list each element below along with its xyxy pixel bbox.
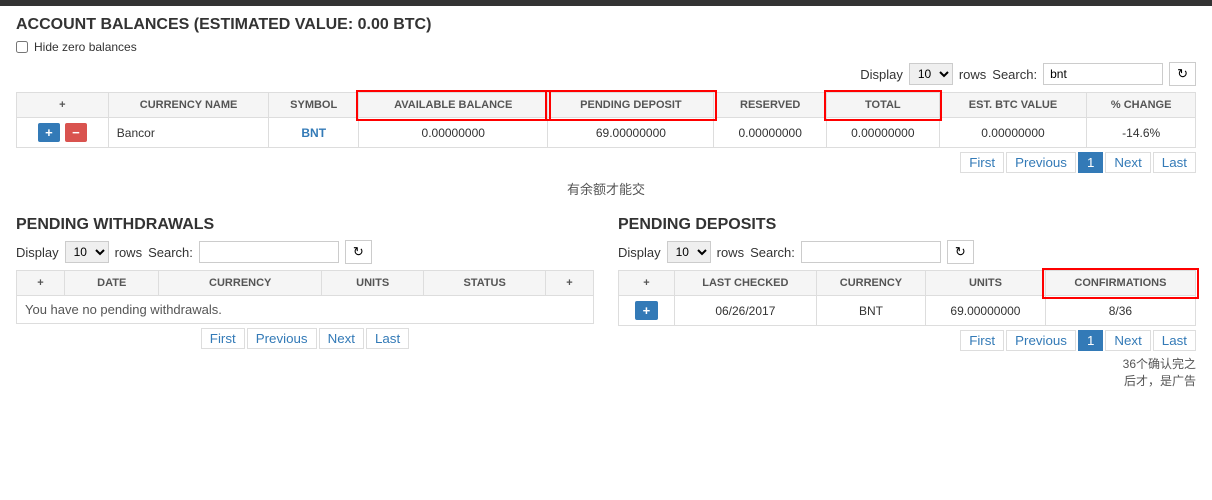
lower-section: PENDING WITHDRAWALS Display 10 25 rows S…	[16, 216, 1196, 389]
row-plus-button[interactable]: +	[38, 123, 60, 142]
withdrawals-section: PENDING WITHDRAWALS Display 10 25 rows S…	[16, 216, 594, 389]
d-row-units: 69.00000000	[926, 296, 1046, 326]
d-table-row: + 06/26/2017 BNT 69.00000000 8/36	[619, 296, 1196, 326]
d-rows-label: rows	[717, 245, 744, 260]
col-total: TOTAL	[827, 93, 940, 118]
d-col-last-checked: LAST CHECKED	[674, 271, 816, 296]
d-page-previous[interactable]: Previous	[1006, 330, 1076, 351]
w-col-add: +	[17, 271, 65, 296]
refresh-button[interactable]: ↻	[1169, 62, 1196, 86]
w-no-data-row: You have no pending withdrawals.	[17, 296, 594, 324]
page-next[interactable]: Next	[1105, 152, 1150, 173]
w-col-extra: +	[545, 271, 593, 296]
d-col-units: UNITS	[926, 271, 1046, 296]
table-row: + − Bancor BNT 0.00000000 69.00000000 0.…	[17, 118, 1196, 148]
d-row-currency: BNT	[816, 296, 925, 326]
col-est-btc: EST. BTC VALUE	[939, 93, 1087, 118]
rows-label: rows	[959, 67, 986, 82]
w-col-date: DATE	[65, 271, 159, 296]
hide-zero-label: Hide zero balances	[34, 40, 137, 54]
deposits-title: PENDING DEPOSITS	[618, 216, 1196, 234]
row-symbol: BNT	[269, 118, 359, 148]
row-total: 0.00000000	[827, 118, 940, 148]
search-input[interactable]: bnt	[1043, 63, 1163, 85]
d-page-next[interactable]: Next	[1105, 330, 1150, 351]
col-pending-deposit: PENDING DEPOSIT	[548, 93, 714, 118]
d-page-first[interactable]: First	[960, 330, 1004, 351]
display-label: Display	[860, 67, 903, 82]
w-rows-label: rows	[115, 245, 142, 260]
deposits-table: + LAST CHECKED CURRENCY UNITS CONFIRMATI…	[618, 270, 1196, 326]
search-label: Search:	[992, 67, 1037, 82]
page-first[interactable]: First	[960, 152, 1004, 173]
hide-zero-checkbox[interactable]	[16, 41, 28, 53]
balances-pagination: First Previous 1 Next Last	[16, 152, 1196, 173]
balance-note: 有余额才能交	[16, 179, 1196, 198]
w-page-last[interactable]: Last	[366, 328, 409, 349]
w-page-first[interactable]: First	[201, 328, 245, 349]
col-actions: +	[17, 93, 109, 118]
w-display-label: Display	[16, 245, 59, 260]
deposits-annotation: 36个确认完之后才，是广告	[618, 355, 1196, 389]
d-search-label: Search:	[750, 245, 795, 260]
row-reserved: 0.00000000	[714, 118, 827, 148]
d-display-label: Display	[618, 245, 661, 260]
row-minus-button[interactable]: −	[65, 123, 87, 142]
col-currency-name: CURRENCY NAME	[108, 93, 269, 118]
w-col-currency: CURRENCY	[159, 271, 321, 296]
row-available: 0.00000000	[359, 118, 548, 148]
w-search-label: Search:	[148, 245, 193, 260]
row-pending: 69.00000000	[548, 118, 714, 148]
top-bar	[0, 0, 1212, 6]
account-balances-title: ACCOUNT BALANCES (ESTIMATED VALUE: 0.00 …	[16, 16, 1196, 34]
w-col-status: STATUS	[424, 271, 546, 296]
w-display-select[interactable]: 10 25	[65, 241, 109, 263]
d-row-add: +	[619, 296, 675, 326]
d-refresh-button[interactable]: ↻	[947, 240, 974, 264]
row-actions: + −	[17, 118, 109, 148]
d-col-currency: CURRENCY	[816, 271, 925, 296]
deposits-section: PENDING DEPOSITS Display 10 25 rows Sear…	[618, 216, 1196, 389]
row-change: -14.6%	[1087, 118, 1196, 148]
page-1[interactable]: 1	[1078, 152, 1103, 173]
d-row-plus-button[interactable]: +	[635, 301, 659, 320]
d-display-select[interactable]: 10 25	[667, 241, 711, 263]
balances-table: + CURRENCY NAME SYMBOL AVAILABLE BALANCE…	[16, 92, 1196, 148]
col-change: % CHANGE	[1087, 93, 1196, 118]
w-page-previous[interactable]: Previous	[247, 328, 317, 349]
row-currency-name: Bancor	[108, 118, 269, 148]
col-available-balance: AVAILABLE BALANCE	[359, 93, 548, 118]
col-reserved: RESERVED	[714, 93, 827, 118]
d-col-confirmations: CONFIRMATIONS	[1045, 271, 1195, 296]
d-row-date: 06/26/2017	[674, 296, 816, 326]
row-est-btc: 0.00000000	[939, 118, 1087, 148]
w-search-input[interactable]	[199, 241, 339, 263]
d-row-confirmations: 8/36	[1045, 296, 1195, 326]
w-no-data-msg: You have no pending withdrawals.	[17, 296, 594, 324]
w-page-next[interactable]: Next	[319, 328, 364, 349]
deposits-pagination: First Previous 1 Next Last	[618, 330, 1196, 351]
w-refresh-button[interactable]: ↻	[345, 240, 372, 264]
withdrawals-title: PENDING WITHDRAWALS	[16, 216, 594, 234]
page-previous[interactable]: Previous	[1006, 152, 1076, 173]
d-col-add: +	[619, 271, 675, 296]
w-col-units: UNITS	[321, 271, 423, 296]
page-last[interactable]: Last	[1153, 152, 1196, 173]
withdrawals-table: + DATE CURRENCY UNITS STATUS + You have …	[16, 270, 594, 324]
withdrawals-pagination: First Previous Next Last	[16, 328, 594, 349]
display-select[interactable]: 10 25 50	[909, 63, 953, 85]
d-search-input[interactable]	[801, 241, 941, 263]
col-symbol: SYMBOL	[269, 93, 359, 118]
d-page-last[interactable]: Last	[1153, 330, 1196, 351]
d-page-1[interactable]: 1	[1078, 330, 1103, 351]
